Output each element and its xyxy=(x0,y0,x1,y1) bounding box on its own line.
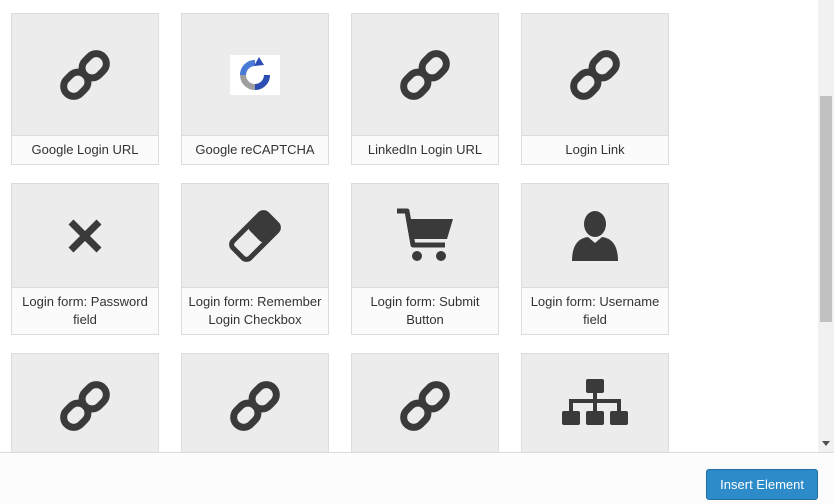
element-thumbnail xyxy=(522,184,668,288)
element-card[interactable] xyxy=(181,353,329,452)
element-thumbnail xyxy=(522,14,668,136)
element-label: Login form: Username field xyxy=(530,294,660,327)
element-card[interactable] xyxy=(521,353,669,452)
element-card-linkedin-login-url[interactable]: LinkedIn Login URL xyxy=(351,13,499,165)
modal-footer: Insert Element xyxy=(0,452,834,504)
eraser-icon xyxy=(229,208,281,264)
element-thumbnail xyxy=(12,354,158,452)
element-thumbnail xyxy=(352,184,498,288)
element-card-remember-checkbox[interactable]: Login form: Remember Login Checkbox xyxy=(181,183,329,335)
element-card-submit-button[interactable]: Login form: Submit Button xyxy=(351,183,499,335)
element-label: Login form: Submit Button xyxy=(370,294,480,327)
element-thumbnail xyxy=(182,14,328,136)
element-thumbnail xyxy=(12,184,158,288)
sitemap-icon xyxy=(562,378,628,433)
close-x-icon xyxy=(65,216,105,256)
insert-element-button[interactable]: Insert Element xyxy=(706,469,818,500)
element-label: Login Link xyxy=(565,142,625,157)
element-thumbnail xyxy=(182,184,328,288)
scroll-down-arrow-icon[interactable] xyxy=(822,441,830,446)
element-label: Login form: Password field xyxy=(22,294,148,327)
link-icon xyxy=(227,378,283,434)
user-icon xyxy=(570,209,620,263)
element-card-login-link[interactable]: Login Link xyxy=(521,13,669,165)
element-label: Login form: Remember Login Checkbox xyxy=(188,294,322,327)
element-thumbnail xyxy=(352,354,498,452)
link-icon xyxy=(567,47,623,103)
element-card-password-field[interactable]: Login form: Password field xyxy=(11,183,159,335)
link-icon xyxy=(57,47,113,103)
link-icon xyxy=(397,47,453,103)
link-icon xyxy=(57,378,113,434)
element-label: Google reCAPTCHA xyxy=(195,142,315,157)
element-thumbnail xyxy=(352,14,498,136)
element-thumbnail xyxy=(522,354,668,452)
element-card[interactable] xyxy=(351,353,499,452)
recaptcha-icon xyxy=(230,54,280,95)
element-label: Google Login URL xyxy=(31,142,139,157)
element-thumbnail xyxy=(12,14,158,136)
element-card-username-field[interactable]: Login form: Username field xyxy=(521,183,669,335)
element-card-google-recaptcha[interactable]: Google reCAPTCHA xyxy=(181,13,329,165)
vertical-scrollbar[interactable] xyxy=(818,0,834,452)
element-card[interactable] xyxy=(11,353,159,452)
element-label: LinkedIn Login URL xyxy=(367,142,483,157)
shopping-cart-icon xyxy=(395,207,455,265)
element-thumbnail xyxy=(182,354,328,452)
element-card-google-login-url[interactable]: Google Login URL xyxy=(11,13,159,165)
scrollbar-thumb[interactable] xyxy=(820,96,832,322)
link-icon xyxy=(397,378,453,434)
element-picker-panel: Google Login URL Google reCAPTCHA Linked… xyxy=(0,0,818,452)
